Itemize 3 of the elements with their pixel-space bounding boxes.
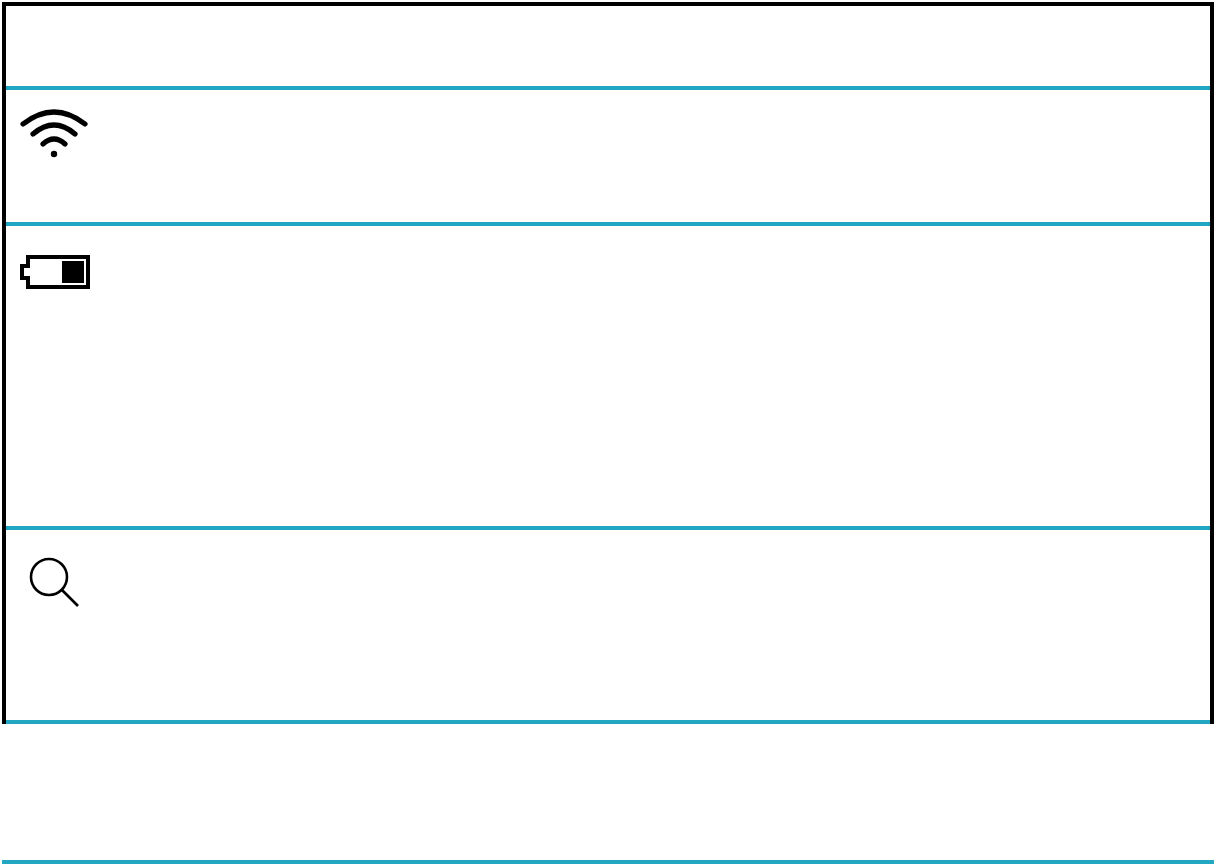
search-icon: [28, 556, 80, 608]
wifi-icon: [18, 106, 90, 158]
battery-icon: [18, 254, 92, 290]
